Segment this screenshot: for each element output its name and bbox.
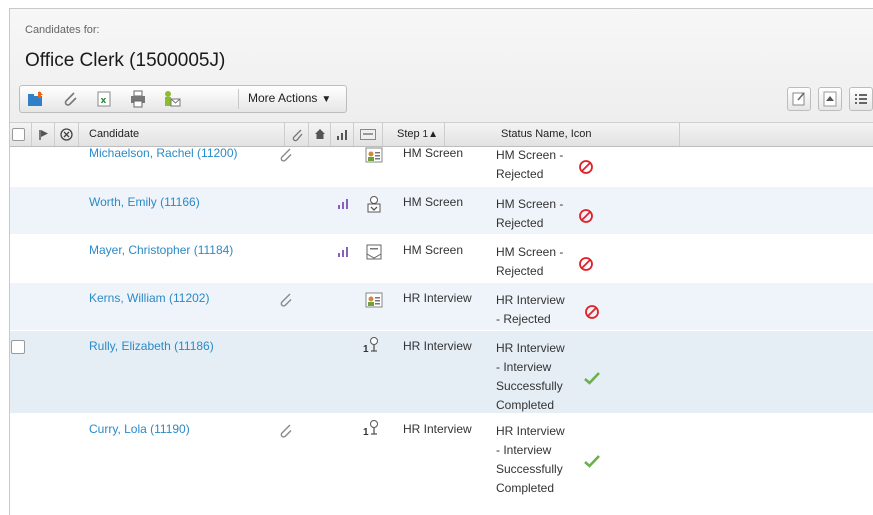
table-row[interactable]: Curry, Lola (11190) 1 HR Interview HR Inter… bbox=[10, 413, 873, 508]
candidates-panel: Candidates for: Office Clerk (1500005J) … bbox=[9, 8, 873, 515]
microphone-icon bbox=[370, 420, 378, 435]
attach-icon[interactable] bbox=[60, 89, 80, 109]
profile-card-icon[interactable] bbox=[365, 291, 383, 312]
page-header: Candidates for: Office Clerk (1500005J) … bbox=[10, 9, 873, 122]
attachment-icon[interactable] bbox=[277, 292, 293, 311]
table-row[interactable]: Michaelson, Rachel (11200) HM Screen HM Sc… bbox=[10, 138, 873, 186]
collapse-header-button[interactable] bbox=[818, 87, 842, 111]
caret-down-icon: ▼ bbox=[321, 94, 332, 105]
rejected-icon bbox=[578, 208, 594, 227]
candidate-link[interactable]: Kerns, William (11202) bbox=[89, 291, 209, 305]
attachment-icon[interactable] bbox=[277, 147, 293, 166]
status-label: HR Interview - Rejected bbox=[496, 293, 565, 326]
row-checkbox[interactable] bbox=[11, 340, 25, 354]
checkmark-icon bbox=[584, 454, 600, 471]
step-label: HR Interview bbox=[403, 422, 472, 436]
checkmark-icon bbox=[584, 371, 600, 388]
print-icon[interactable] bbox=[128, 89, 148, 109]
status-label: HR Interview - Interview Successfully Co… bbox=[496, 424, 565, 495]
status-label: HM Screen - Rejected bbox=[496, 148, 564, 181]
user-download-icon[interactable] bbox=[365, 195, 383, 216]
list-view-button[interactable] bbox=[849, 87, 873, 111]
table-row[interactable]: Kerns, William (11202) HR Interview HR Int… bbox=[10, 282, 873, 331]
rejected-icon bbox=[578, 256, 594, 275]
form-icon[interactable] bbox=[365, 243, 383, 264]
candidate-link[interactable]: Worth, Emily (11166) bbox=[89, 195, 200, 209]
more-actions-button[interactable]: More Actions ▼ bbox=[248, 91, 331, 105]
profile-card-icon[interactable] bbox=[365, 146, 383, 167]
step-label: HM Screen bbox=[403, 146, 464, 160]
ranking-icon bbox=[338, 198, 348, 212]
edit-view-button[interactable] bbox=[787, 87, 811, 111]
add-to-folder-icon[interactable] bbox=[26, 89, 46, 109]
table-row[interactable]: Worth, Emily (11166) HM Screen HM Screen -… bbox=[10, 186, 873, 235]
rejected-icon bbox=[584, 304, 600, 323]
candidate-link[interactable]: Curry, Lola (11190) bbox=[89, 422, 190, 436]
toolbar-divider bbox=[238, 89, 239, 109]
step-label: HR Interview bbox=[403, 339, 472, 353]
status-label: HM Screen - Rejected bbox=[496, 245, 564, 278]
email-candidate-icon[interactable] bbox=[162, 89, 182, 109]
table-row[interactable]: Mayer, Christopher (11184) HM Screen HM Sc… bbox=[10, 234, 873, 283]
export-excel-icon[interactable]: x bbox=[94, 89, 114, 109]
page-title: Office Clerk (1500005J) bbox=[25, 50, 226, 71]
ranking-icon bbox=[338, 246, 348, 260]
microphone-icon bbox=[370, 337, 378, 352]
candidate-link[interactable]: Michaelson, Rachel (11200) bbox=[89, 146, 238, 160]
status-label: HR Interview - Interview Successfully Co… bbox=[496, 341, 565, 412]
status-label: HM Screen - Rejected bbox=[496, 197, 564, 230]
svg-text:x: x bbox=[101, 96, 107, 106]
step-label: HM Screen bbox=[403, 243, 464, 257]
step-label: HM Screen bbox=[403, 195, 464, 209]
candidates-for-label: Candidates for: bbox=[25, 24, 100, 36]
attachment-icon[interactable] bbox=[277, 423, 293, 442]
rejected-icon bbox=[578, 159, 594, 178]
step-label: HR Interview bbox=[403, 291, 472, 305]
actions-toolbar: x More Actions ▼ bbox=[19, 85, 347, 113]
candidate-link[interactable]: Rully, Elizabeth (11186) bbox=[89, 339, 214, 353]
table-row[interactable]: Rully, Elizabeth (11186) 1 HR Interview HR … bbox=[10, 330, 873, 414]
candidate-link[interactable]: Mayer, Christopher (11184) bbox=[89, 243, 233, 257]
more-actions-label: More Actions bbox=[248, 91, 318, 105]
